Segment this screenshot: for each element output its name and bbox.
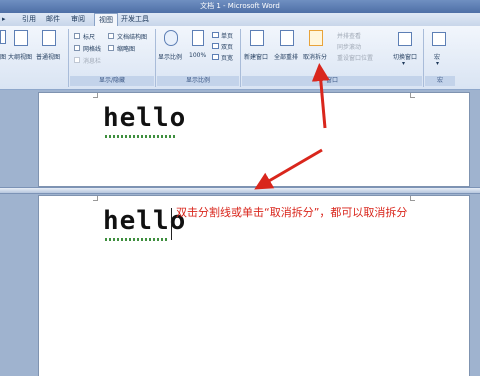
baidu-watermark: Baidu 经验: [368, 334, 435, 348]
annotation-text: 双击分割线或单击“取消拆分”，都可以取消拆分: [176, 206, 408, 219]
arrow-to-remove-split: [311, 63, 330, 129]
annotation-arrows: [254, 63, 330, 190]
arrow-to-split-bar: [254, 148, 323, 190]
baidu-watermark-url: jingyan.baidu.com: [395, 350, 460, 358]
